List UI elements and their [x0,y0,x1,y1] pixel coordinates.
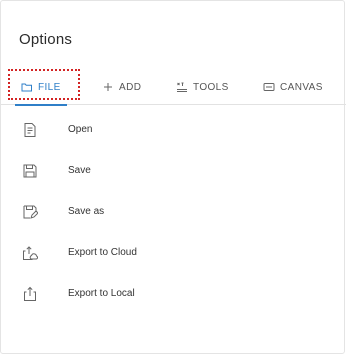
menu-item-open[interactable]: Open [1,109,346,150]
menu-item-export-cloud[interactable]: Export to Cloud [1,232,346,273]
export-local-icon [22,286,38,302]
tab-bar: FILE ADD TOOLS CANVAS [1,69,346,106]
save-icon [22,163,38,179]
tab-tools-label: TOOLS [193,81,229,93]
tab-add-label: ADD [119,81,142,93]
panel-title: Options [19,31,73,48]
folder-icon [21,81,33,93]
plus-icon [102,81,114,93]
menu-item-save-as[interactable]: Save as [1,191,346,232]
menu-item-export-local[interactable]: Export to Local [1,273,346,314]
options-panel: Options FILE ADD TOOLS CANVAS Open Save … [0,0,346,354]
tab-file[interactable]: FILE [15,69,67,106]
tab-file-label: FILE [38,81,61,93]
menu-item-label: Open [68,124,93,135]
save-as-icon [22,204,38,220]
menu-item-label: Export to Cloud [68,247,137,258]
tab-add[interactable]: ADD [102,69,141,105]
file-menu: Open Save Save as Export to Cloud Export… [1,109,346,314]
menu-item-label: Save [68,165,91,176]
menu-item-save[interactable]: Save [1,150,346,191]
tab-canvas-label: CANVAS [280,81,323,93]
open-file-icon [22,122,38,138]
canvas-icon [263,81,275,93]
export-cloud-icon [22,245,38,261]
tab-canvas[interactable]: CANVAS [263,69,323,105]
menu-item-label: Save as [68,206,105,217]
tools-icon [176,81,188,93]
menu-item-label: Export to Local [68,288,135,299]
tab-tools[interactable]: TOOLS [176,69,229,105]
